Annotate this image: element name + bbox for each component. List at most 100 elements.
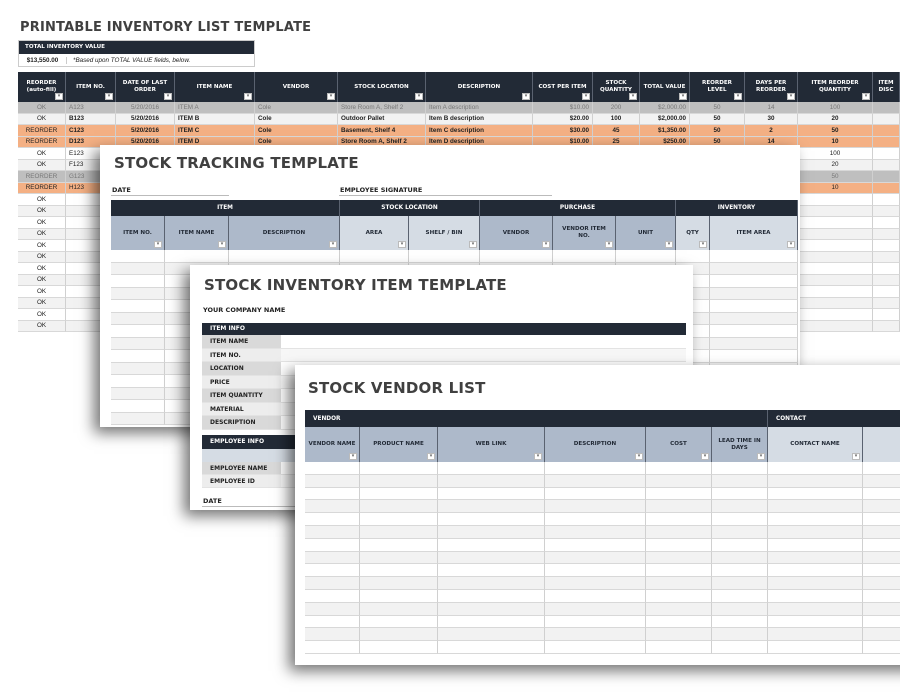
dropdown-filter-icon[interactable]: ▾ bbox=[852, 453, 860, 460]
table-cell[interactable] bbox=[863, 462, 900, 475]
table-cell[interactable] bbox=[712, 628, 768, 642]
dropdown-filter-icon[interactable]: ▾ bbox=[862, 93, 870, 100]
column-header-vendor[interactable]: VENDOR ▾ bbox=[255, 72, 338, 102]
table-cell[interactable] bbox=[111, 275, 165, 288]
table-cell[interactable] bbox=[360, 513, 438, 526]
table-cell[interactable] bbox=[229, 250, 340, 263]
table-cell[interactable] bbox=[360, 474, 438, 488]
table-cell[interactable] bbox=[768, 538, 863, 552]
dropdown-filter-icon[interactable]: ▾ bbox=[605, 241, 613, 248]
table-cell[interactable] bbox=[768, 615, 863, 629]
table-cell[interactable] bbox=[710, 300, 798, 313]
table-cell[interactable] bbox=[712, 487, 768, 501]
table-cell[interactable] bbox=[111, 312, 165, 325]
table-cell[interactable] bbox=[710, 262, 798, 275]
column-header-item-reorder-quantity[interactable]: ITEM REORDER QUANTITY ▾ bbox=[798, 72, 873, 102]
table-cell[interactable] bbox=[863, 500, 900, 514]
table-cell[interactable] bbox=[360, 641, 438, 654]
table-cell[interactable] bbox=[863, 487, 900, 501]
dropdown-filter-icon[interactable]: ▾ bbox=[164, 93, 172, 100]
table-cell[interactable] bbox=[438, 487, 545, 501]
table-cell[interactable] bbox=[305, 462, 360, 475]
column-header-item-disc[interactable]: ITEM DISC bbox=[873, 72, 900, 102]
column-header-shelf-bin[interactable]: SHELF / BIN ▾ bbox=[409, 216, 480, 250]
column-header-reorder-level[interactable]: REORDER LEVEL ▾ bbox=[690, 72, 745, 102]
table-cell[interactable] bbox=[438, 577, 545, 590]
table-cell[interactable] bbox=[863, 615, 900, 629]
table-cell[interactable] bbox=[438, 525, 545, 539]
dropdown-filter-icon[interactable]: ▾ bbox=[244, 93, 252, 100]
table-cell[interactable] bbox=[863, 474, 900, 488]
table-cell[interactable] bbox=[545, 577, 646, 590]
column-header-email[interactable]: EMAIL bbox=[863, 427, 900, 462]
column-header-vendor-name[interactable]: VENDOR NAME ▾ bbox=[305, 427, 360, 462]
table-cell[interactable] bbox=[712, 462, 768, 475]
table-cell[interactable] bbox=[863, 525, 900, 539]
table-cell[interactable] bbox=[712, 615, 768, 629]
dropdown-filter-icon[interactable]: ▾ bbox=[582, 93, 590, 100]
table-cell[interactable] bbox=[438, 602, 545, 616]
table-cell[interactable] bbox=[712, 525, 768, 539]
table-cell[interactable] bbox=[863, 564, 900, 578]
table-cell[interactable] bbox=[545, 641, 646, 654]
table-cell[interactable] bbox=[438, 551, 545, 565]
table-cell[interactable] bbox=[863, 538, 900, 552]
table-cell[interactable] bbox=[646, 538, 712, 552]
table-cell[interactable] bbox=[545, 564, 646, 578]
column-header-item-name[interactable]: ITEM NAME ▾ bbox=[175, 72, 255, 102]
table-cell[interactable] bbox=[676, 250, 710, 263]
dropdown-filter-icon[interactable]: ▾ bbox=[534, 453, 542, 460]
table-cell[interactable] bbox=[305, 525, 360, 539]
table-cell[interactable] bbox=[863, 513, 900, 526]
table-cell[interactable] bbox=[305, 551, 360, 565]
table-cell[interactable] bbox=[712, 564, 768, 578]
table-cell[interactable] bbox=[768, 641, 863, 654]
dropdown-filter-icon[interactable]: ▾ bbox=[105, 93, 113, 100]
dropdown-filter-icon[interactable]: ▾ bbox=[699, 241, 707, 248]
table-cell[interactable] bbox=[768, 487, 863, 501]
table-cell[interactable] bbox=[305, 500, 360, 514]
table-cell[interactable] bbox=[646, 564, 712, 578]
table-cell[interactable] bbox=[710, 325, 798, 338]
table-cell[interactable] bbox=[360, 564, 438, 578]
table-cell[interactable] bbox=[438, 641, 545, 654]
table-cell[interactable] bbox=[710, 337, 798, 350]
table-cell[interactable] bbox=[545, 628, 646, 642]
table-cell[interactable] bbox=[305, 474, 360, 488]
table-cell[interactable] bbox=[111, 375, 165, 388]
table-cell[interactable] bbox=[360, 589, 438, 603]
column-header-item-no[interactable]: ITEM NO. ▾ bbox=[66, 72, 116, 102]
table-cell[interactable] bbox=[438, 628, 545, 642]
table-cell[interactable] bbox=[305, 628, 360, 642]
table-cell[interactable] bbox=[646, 474, 712, 488]
dropdown-filter-icon[interactable]: ▾ bbox=[629, 93, 637, 100]
dropdown-filter-icon[interactable]: ▾ bbox=[635, 453, 643, 460]
column-header-stock-quantity[interactable]: STOCK QUANTITY ▾ bbox=[593, 72, 640, 102]
column-header-total-value[interactable]: TOTAL VALUE ▾ bbox=[640, 72, 690, 102]
field-input[interactable] bbox=[281, 335, 686, 348]
table-cell[interactable] bbox=[712, 589, 768, 603]
table-cell[interactable] bbox=[360, 602, 438, 616]
table-cell[interactable] bbox=[863, 577, 900, 590]
table-cell[interactable] bbox=[712, 577, 768, 590]
column-header-web-link[interactable]: WEB LINK ▾ bbox=[438, 427, 545, 462]
table-cell[interactable] bbox=[768, 500, 863, 514]
table-cell[interactable] bbox=[768, 474, 863, 488]
table-cell[interactable] bbox=[863, 628, 900, 642]
table-cell[interactable] bbox=[768, 513, 863, 526]
table-cell[interactable] bbox=[545, 474, 646, 488]
table-cell[interactable] bbox=[111, 362, 165, 375]
table-cell[interactable] bbox=[768, 628, 863, 642]
field-input[interactable] bbox=[281, 348, 686, 361]
table-cell[interactable] bbox=[712, 538, 768, 552]
column-header-date-of-last-order[interactable]: DATE OF LAST ORDER ▾ bbox=[116, 72, 175, 102]
table-cell[interactable] bbox=[768, 525, 863, 539]
table-cell[interactable] bbox=[712, 500, 768, 514]
table-cell[interactable] bbox=[438, 615, 545, 629]
dropdown-filter-icon[interactable]: ▾ bbox=[542, 241, 550, 248]
signature-field[interactable] bbox=[339, 195, 552, 196]
column-header-qty[interactable]: QTY ▾ bbox=[676, 216, 710, 250]
table-cell[interactable] bbox=[438, 513, 545, 526]
table-cell[interactable] bbox=[545, 500, 646, 514]
table-cell[interactable] bbox=[712, 641, 768, 654]
